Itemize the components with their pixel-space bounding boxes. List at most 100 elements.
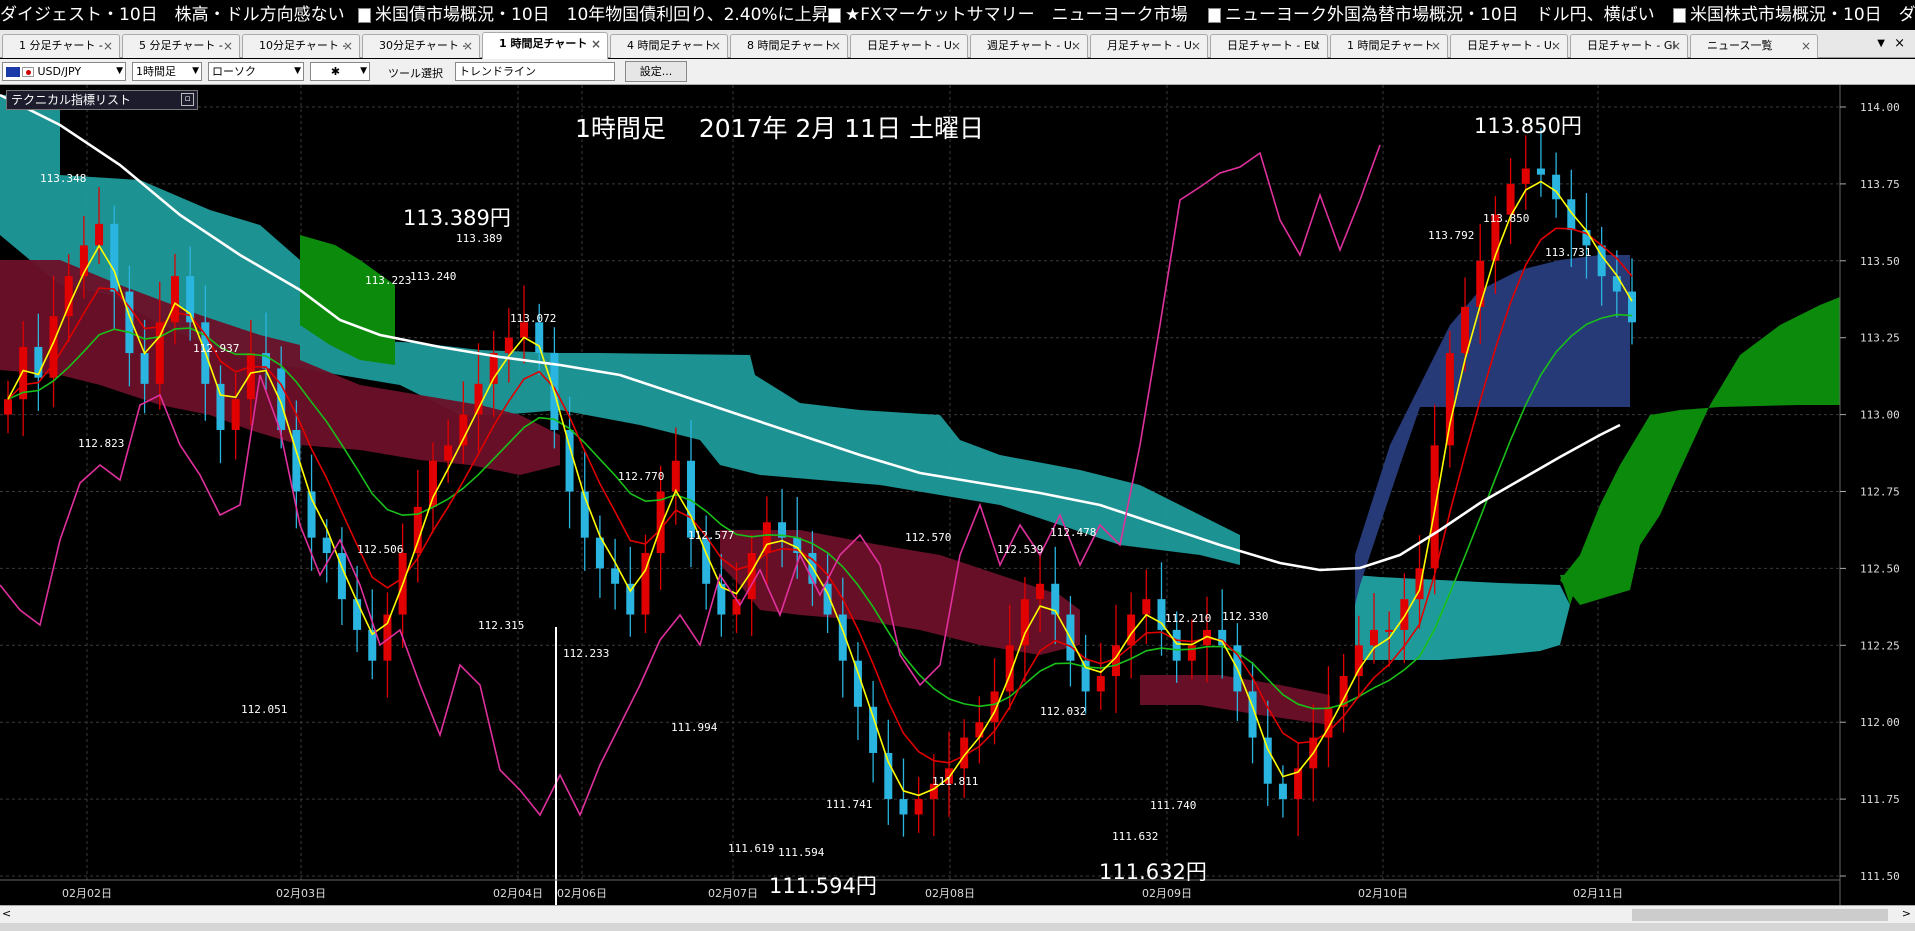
price-annotation: 111.594 (778, 846, 825, 859)
price-callout: 111.632円 (1099, 860, 1207, 884)
close-icon[interactable]: × (1894, 36, 1905, 51)
candle-body (353, 599, 362, 630)
chart-tab[interactable]: 日足チャート - EU × (1210, 34, 1328, 58)
tab-close-icon[interactable]: × (1671, 35, 1681, 57)
tab-close-icon[interactable]: × (1551, 35, 1561, 57)
chart-tab[interactable]: 30分足チャート - × (362, 34, 480, 58)
tab-close-icon[interactable]: × (343, 35, 353, 57)
candle-body (1461, 306, 1470, 354)
chart-title: 1時間足 2017年 2月 11日 土曜日 (575, 114, 985, 143)
chart-tab[interactable]: 1 時間足チャート × (1330, 34, 1448, 58)
price-annotation: 113.240 (410, 270, 456, 283)
technical-indicator-list[interactable]: テクニカル指標リスト ▫ (6, 90, 198, 110)
collapse-icon[interactable]: ▫ (181, 93, 194, 106)
drawing-tool-field[interactable]: トレンドライン (455, 62, 615, 81)
tab-label: 週足チャート - U: (987, 39, 1076, 52)
tab-label: 1 時間足チャート (499, 37, 588, 50)
news-ticker-item[interactable]: ダイジェスト・10日 株高・ドル方向感ない (0, 0, 345, 30)
chart-tab[interactable]: 8 時間足チャート × (730, 34, 848, 58)
price-annotation: 112.823 (78, 437, 124, 450)
y-axis-label: 111.50 (1860, 870, 1900, 883)
settings-button[interactable]: 設定... (625, 61, 687, 82)
indicator-list-label: テクニカル指標リスト (11, 93, 132, 107)
tab-label: 日足チャート - U: (1467, 39, 1556, 52)
y-axis-label: 112.50 (1860, 562, 1900, 575)
price-annotation: 113.389 (456, 232, 502, 245)
tab-close-icon[interactable]: × (831, 35, 841, 57)
tab-list-dropdown-icon[interactable]: ▼ (1877, 38, 1885, 49)
news-ticker: ダイジェスト・10日 株高・ドル方向感ない 米国債市場概況・10日 10年物国債利… (0, 0, 1915, 30)
news-ticker-item[interactable]: 米国債市場概況・10日 10年物国債利回り、2.40%に上昇 (358, 0, 829, 30)
chart-tab[interactable]: 5 分足チャート - × (122, 34, 240, 58)
tab-close-icon[interactable]: × (711, 35, 721, 57)
price-annotation: 112.570 (905, 531, 951, 544)
candle-body (322, 537, 331, 554)
price-annotation: 113.792 (1428, 229, 1474, 242)
x-axis-label: 02月10日 (1358, 887, 1408, 900)
chart-tab[interactable]: 10分足チャート - × (242, 34, 360, 58)
candle-body (732, 599, 741, 615)
price-annotation: 112.539 (997, 543, 1043, 556)
price-annotation: 111.994 (671, 721, 718, 734)
chart-tab[interactable]: 月足チャート - U: × (1090, 34, 1208, 58)
candle-body (1521, 168, 1530, 184)
chart-tab[interactable]: ニュース一覧 × (1690, 34, 1818, 58)
tab-close-icon[interactable]: × (1311, 35, 1321, 57)
chart-type-select[interactable]: ローソク ▼ (208, 62, 304, 81)
currency-pair-value: USD/JPY (37, 65, 82, 78)
tab-close-icon[interactable]: × (591, 33, 601, 55)
news-ticker-item[interactable]: ニューヨーク外国為替市場概況・10日 ドル円、横ばい (1208, 0, 1655, 30)
price-annotation: 112.032 (1040, 705, 1086, 718)
x-axis-label: 02月04日 (493, 887, 543, 900)
cursor-select[interactable]: ✱ ▼ (310, 62, 370, 81)
tab-close-icon[interactable]: × (103, 35, 113, 57)
news-icon (828, 7, 841, 23)
chart-tab[interactable]: 4 時間足チャート × (610, 34, 728, 58)
candle-body (216, 383, 225, 430)
tab-label: 1 時間足チャート (1347, 39, 1435, 52)
chart-tab[interactable]: 1 時間足チャート × (482, 32, 608, 59)
candle-body (1400, 599, 1409, 630)
candle-body (1263, 737, 1272, 784)
currency-pair-select[interactable]: USD/JPY ▼ (2, 62, 126, 81)
tab-close-icon[interactable]: × (951, 35, 961, 57)
chart-tab[interactable]: 日足チャート - U: × (1450, 34, 1568, 58)
timeframe-value: 1時間足 (136, 65, 176, 78)
news-ticker-item[interactable]: ★FXマーケットサマリー ニューヨーク市場 (828, 0, 1188, 30)
price-chart[interactable]: 113.348 112.823 112.937 113.223 113.240 113.3… (0, 85, 1915, 905)
candle-body (1445, 353, 1454, 446)
candle-body (1536, 168, 1545, 175)
candle-body (1172, 629, 1181, 661)
horizontal-scrollbar[interactable]: < > (0, 905, 1915, 923)
news-icon (358, 7, 371, 23)
candle-body (869, 706, 878, 753)
tab-close-icon[interactable]: × (1191, 35, 1201, 57)
price-annotation: 113.850 (1483, 212, 1529, 225)
x-axis-label: 02月07日 (708, 887, 758, 900)
candle-body (504, 337, 513, 354)
chart-tab[interactable]: 日足チャート - GI × (1570, 34, 1688, 58)
chart-tab[interactable]: 週足チャート - U: × (970, 34, 1088, 58)
tab-close-icon[interactable]: × (463, 35, 473, 57)
tab-close-icon[interactable]: × (1431, 35, 1441, 57)
y-axis-label: 112.25 (1860, 639, 1900, 652)
candle-body (975, 722, 984, 738)
scrollbar-thumb[interactable] (1632, 909, 1888, 921)
tab-close-icon[interactable]: × (1801, 35, 1811, 57)
news-ticker-item[interactable]: 米国株式市場概況・10日 ダ (1673, 0, 1915, 30)
candle-body (671, 460, 680, 492)
scroll-left-icon[interactable]: < (2, 907, 11, 920)
tab-close-icon[interactable]: × (1071, 35, 1081, 57)
timeframe-select[interactable]: 1時間足 ▼ (132, 62, 202, 81)
candle-body (1612, 276, 1621, 292)
y-axis-label: 113.50 (1860, 255, 1900, 268)
news-headline: ニューヨーク外国為替市場概況・10日 ドル円、横ばい (1225, 5, 1655, 25)
chart-canvas[interactable]: 113.348 112.823 112.937 113.223113.240 113.3… (0, 85, 1915, 905)
chart-tab[interactable]: 日足チャート - U: × (850, 34, 968, 58)
candle-body (1278, 783, 1287, 800)
chart-tab[interactable]: 1 分足チャート - × (2, 34, 120, 58)
scroll-right-icon[interactable]: > (1902, 907, 1911, 920)
x-axis-label: 02月09日 (1142, 887, 1192, 900)
tab-close-icon[interactable]: × (223, 35, 233, 57)
x-axis-label: 02月03日 (276, 887, 326, 900)
